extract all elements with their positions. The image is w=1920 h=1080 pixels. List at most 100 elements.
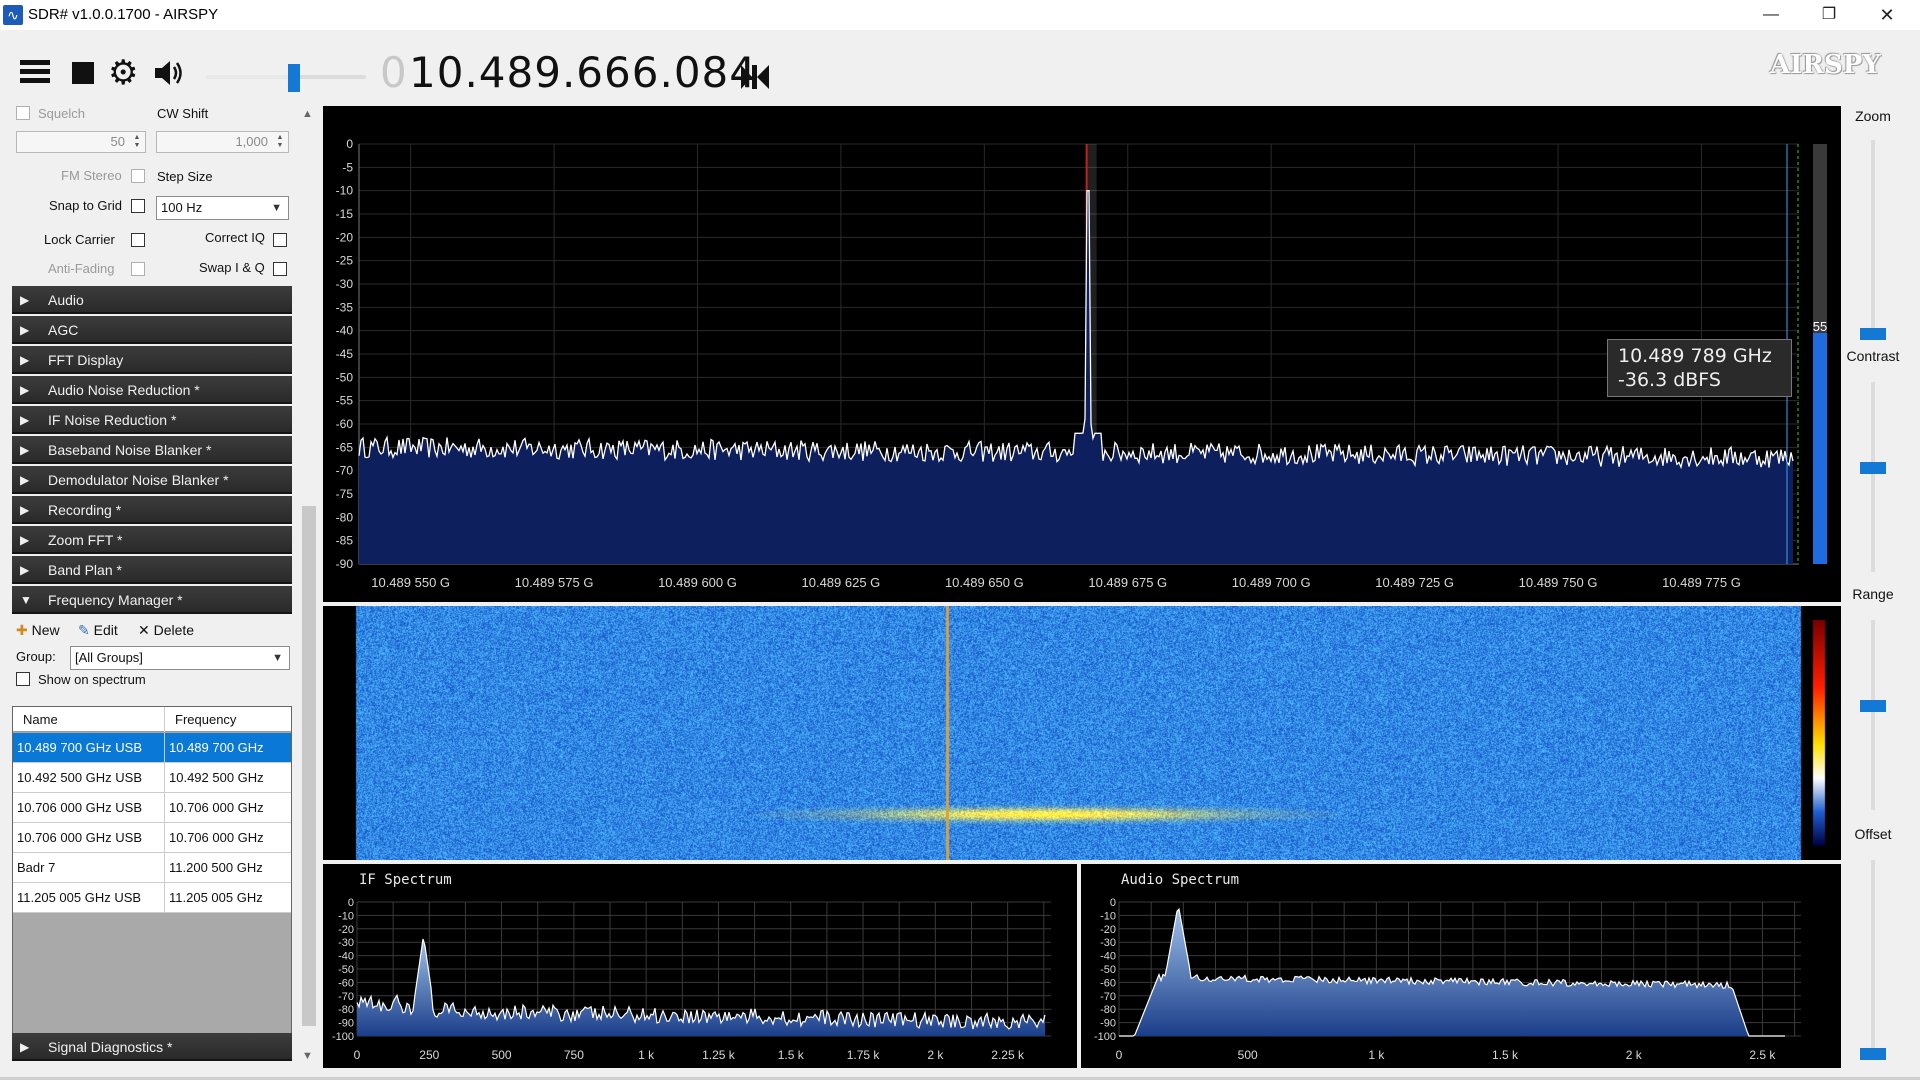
expand-arrow-icon: ▶ <box>20 1040 30 1054</box>
scroll-up-icon[interactable]: ▲ <box>302 108 313 120</box>
waterfall-canvas[interactable] <box>323 606 1841 860</box>
table-row[interactable]: 10.706 000 GHz USB 10.706 000 GHz <box>13 823 291 853</box>
volume-slider[interactable] <box>206 64 366 92</box>
section-baseband-noise-blanker[interactable]: ▶ Baseband Noise Blanker * <box>12 436 292 464</box>
audio-spectrum-plot[interactable]: Audio Spectrum0-10-20-30-40-50-60-70-80-… <box>1081 864 1841 1068</box>
squelch-spin-icon[interactable]: ▲ ▼ <box>131 134 143 150</box>
x-tick-label: 1 k <box>1368 1048 1385 1062</box>
section-band-plan[interactable]: ▶ Band Plan * <box>12 556 292 584</box>
column-frequency-header[interactable]: Frequency <box>165 707 291 732</box>
y-tick-label: -5 <box>342 160 353 174</box>
cw-shift-input[interactable]: 1,000 ▲ ▼ <box>156 131 289 153</box>
edit-button[interactable]: ✎ Edit <box>78 620 118 640</box>
center-frequency-icon[interactable] <box>740 64 770 90</box>
contrast-slider[interactable] <box>1860 462 1886 475</box>
section-recording[interactable]: ▶ Recording * <box>12 496 292 524</box>
squelch-checkbox[interactable] <box>16 106 30 120</box>
correct-iq-checkbox[interactable] <box>273 233 287 247</box>
x-tick-label: 10.489 600 G <box>658 575 737 590</box>
close-button[interactable]: ✕ <box>1858 0 1916 30</box>
if-spectrum-plot[interactable]: IF Spectrum0-10-20-30-40-50-60-70-80-90-… <box>323 864 1077 1068</box>
y-tick-label: -70 <box>1100 991 1116 1003</box>
y-tick-label: -60 <box>1100 977 1116 989</box>
spectrum-analyzer[interactable]: 0 -5 -10 -15 -20 -25 -30 -35 -40 -45 -50 -55 -60 -65 -… <box>323 106 1841 602</box>
frequency-display[interactable]: 10.489.666.084 <box>409 48 757 97</box>
lock-carrier-label: Lock Carrier <box>44 232 115 247</box>
hamburger-menu-icon[interactable] <box>18 56 52 90</box>
tooltip-frequency: 10.489 789 GHz <box>1618 345 1772 367</box>
swap-iq-checkbox[interactable] <box>273 262 287 276</box>
maximize-button[interactable]: ❐ <box>1800 0 1858 30</box>
section-fft-display[interactable]: ▶ FFT Display <box>12 346 292 374</box>
table-row[interactable]: 10.492 500 GHz USB 10.492 500 GHz <box>13 763 291 793</box>
control-panel-scrollbar[interactable]: ▲ ▼ <box>300 106 318 1066</box>
y-tick-label: -40 <box>1100 951 1116 963</box>
spectrum-tooltip: 10.489 789 GHz -36.3 dBFS <box>1607 339 1792 397</box>
chevron-down-icon: ▼ <box>271 202 282 214</box>
delete-button[interactable]: ✕ Delete <box>138 620 194 640</box>
section-zoom-fft[interactable]: ▶ Zoom FFT * <box>12 526 292 554</box>
y-tick-label: -30 <box>1100 937 1116 949</box>
zoom-slider[interactable] <box>1860 328 1886 340</box>
section-audio-noise-reduction[interactable]: ▶ Audio Noise Reduction * <box>12 376 292 404</box>
cw-shift-spin-icon[interactable]: ▲ ▼ <box>274 134 286 150</box>
y-tick-label: -70 <box>336 464 354 478</box>
audio-spectrum-panel: Audio Spectrum 0 -10 -20 -30 -40 -50 -60 -70 -80-… <box>1081 864 1841 1068</box>
frequency-leading-digit[interactable]: 0 <box>380 48 407 97</box>
volume-thumb[interactable] <box>288 64 300 92</box>
new-label: New <box>31 622 60 638</box>
section-label: Demodulator Noise Blanker * <box>48 472 229 488</box>
offset-slider[interactable] <box>1860 1048 1886 1060</box>
x-tick-label: 10.489 675 G <box>1088 575 1167 590</box>
correct-iq-label: Correct IQ <box>205 230 265 245</box>
frequency-manager-toolbar: ✚ New ✎ Edit ✕ Delete <box>16 620 296 640</box>
row-name-cell: 10.706 000 GHz USB <box>13 823 165 853</box>
x-tick-label: 10.489 550 G <box>371 575 450 590</box>
scroll-down-icon[interactable]: ▼ <box>302 1050 313 1062</box>
step-size-select[interactable]: 100 Hz ▼ <box>156 196 289 220</box>
row-frequency-cell: 10.706 000 GHz <box>169 830 264 845</box>
table-row[interactable]: 10.489 700 GHz USB 10.489 700 GHz <box>13 733 291 763</box>
column-name-header[interactable]: Name <box>13 707 165 732</box>
section-agc[interactable]: ▶ AGC <box>12 316 292 344</box>
section-label: Band Plan * <box>48 562 122 578</box>
waterfall-display[interactable] <box>323 606 1841 860</box>
section-label: IF Noise Reduction * <box>48 412 177 428</box>
x-tick-label: 750 <box>564 1048 584 1062</box>
squelch-input[interactable]: 50 ▲ ▼ <box>16 131 146 153</box>
gear-icon[interactable]: ⚙ <box>108 56 142 90</box>
show-on-spectrum-checkbox[interactable] <box>16 672 30 686</box>
y-tick-label: -80 <box>338 1004 354 1016</box>
new-button[interactable]: ✚ New <box>16 620 60 640</box>
table-row[interactable]: 11.205 005 GHz USB 11.205 005 GHz <box>13 883 291 913</box>
spectrum-trace <box>358 190 1794 470</box>
window-title: SDR# v1.0.0.1700 - AIRSPY <box>28 6 219 23</box>
section-demodulator-noise-blanker[interactable]: ▶ Demodulator Noise Blanker * <box>12 466 292 494</box>
scroll-thumb[interactable] <box>302 506 316 1026</box>
snap-to-grid-checkbox[interactable] <box>131 199 145 213</box>
stop-icon[interactable] <box>68 56 102 90</box>
section-if-noise-reduction[interactable]: ▶ IF Noise Reduction * <box>12 406 292 434</box>
display-sliders-panel: Zoom Contrast Range Offset <box>1842 106 1920 1080</box>
expand-arrow-icon: ▶ <box>20 413 30 427</box>
anti-fading-checkbox[interactable] <box>131 262 145 276</box>
fm-stereo-checkbox[interactable] <box>131 169 145 183</box>
expand-arrow-icon: ▶ <box>20 353 30 367</box>
section-signal-diagnostics[interactable]: ▶ Signal Diagnostics * <box>12 1033 292 1061</box>
table-row[interactable]: 10.706 000 GHz USB 10.706 000 GHz <box>13 793 291 823</box>
y-tick-label: -50 <box>338 964 354 976</box>
section-label: AGC <box>48 322 79 338</box>
row-name-cell: Badr 7 <box>13 853 165 883</box>
minimize-button[interactable]: — <box>1742 0 1800 30</box>
table-row[interactable]: Badr 7 11.200 500 GHz <box>13 853 291 883</box>
volume-icon[interactable] <box>152 56 186 90</box>
lock-carrier-checkbox[interactable] <box>131 233 145 247</box>
section-label: Frequency Manager * <box>48 592 183 608</box>
range-slider[interactable] <box>1860 700 1886 713</box>
delete-label: Delete <box>153 622 195 638</box>
section-frequency-manager[interactable]: ▼ Frequency Manager * <box>12 586 292 614</box>
section-audio[interactable]: ▶ Audio <box>12 286 292 314</box>
chevron-down-icon: ▼ <box>272 652 283 664</box>
y-tick-label: -90 <box>1100 1018 1116 1030</box>
group-select[interactable]: [All Groups] ▼ <box>70 646 290 670</box>
